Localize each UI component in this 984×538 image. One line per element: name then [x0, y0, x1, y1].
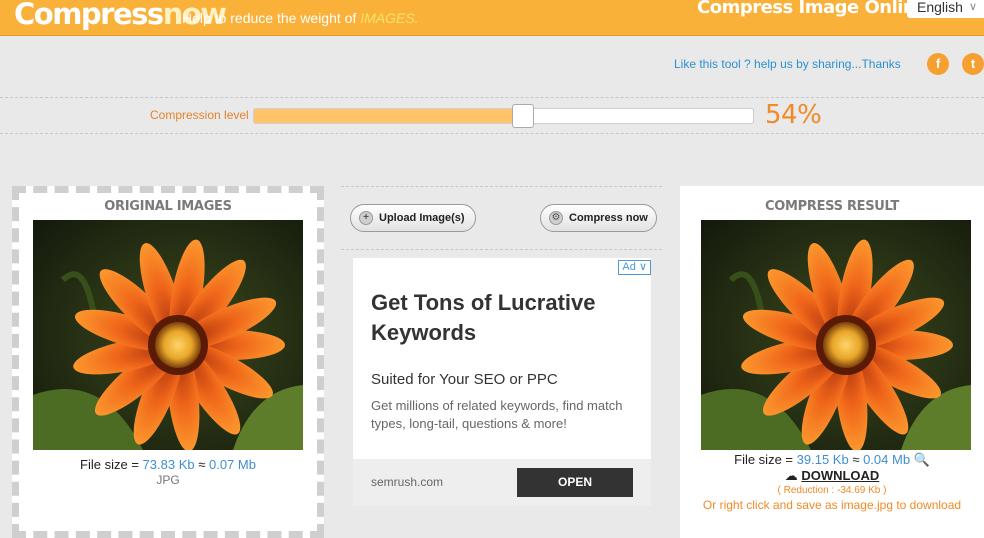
filesize-label: File size =: [80, 457, 139, 472]
approx-sign: ≈: [198, 457, 206, 472]
divider: [0, 97, 984, 98]
slider-fill: [254, 109, 524, 123]
ad-headline[interactable]: Get Tons of Lucrative Keywords: [371, 288, 631, 348]
top-bar: Compressnow Help to reduce the weight of…: [0, 0, 984, 36]
magnifier-icon[interactable]: 🔍: [914, 452, 930, 467]
reduction-text: ( Reduction : -34.69 Kb ): [777, 485, 887, 496]
save-hint: Or right click and save as image.jpg to …: [702, 498, 962, 512]
flower-photo: [33, 220, 303, 450]
original-panel: ORIGINAL IMAGES File size = 73.83 Kb ≈ 0…: [12, 186, 324, 538]
filesize-mb: 0.04 Mb: [863, 452, 911, 467]
upload-label: Upload Image(s): [379, 212, 465, 224]
ad-footer: semrush.com OPEN: [353, 459, 651, 506]
original-image[interactable]: [33, 220, 303, 450]
approx-sign: ≈: [852, 452, 860, 467]
filesize-kb: 73.83 Kb: [142, 457, 195, 472]
slider-handle[interactable]: [512, 104, 535, 128]
compress-button[interactable]: ⚙ Compress now: [540, 204, 657, 232]
facebook-icon[interactable]: f: [927, 53, 949, 75]
original-filesize: File size = 73.83 Kb ≈ 0.07 Mb: [19, 457, 317, 472]
original-title: ORIGINAL IMAGES: [104, 199, 232, 214]
result-panel: COMPRESS RESULT File size = 39.15 Kb ≈ 0…: [680, 186, 984, 538]
ad-open-button[interactable]: OPEN: [517, 468, 633, 497]
ad-domain[interactable]: semrush.com: [371, 475, 443, 489]
compression-slider[interactable]: [253, 104, 754, 128]
compression-label: Compression level: [150, 108, 249, 122]
ad-badge[interactable]: Ad ∨: [618, 260, 651, 275]
filesize-kb: 39.15 Kb: [796, 452, 849, 467]
result-image[interactable]: [701, 220, 971, 450]
chevron-down-icon: ∨: [968, 1, 977, 13]
action-bar: + Upload Image(s) ⚙ Compress now: [341, 186, 662, 250]
compress-label: Compress now: [569, 212, 648, 224]
download-link[interactable]: ☁ DOWNLOAD: [680, 468, 984, 484]
ad-subheadline: Suited for Your SEO or PPC: [371, 371, 558, 388]
original-format: JPG: [156, 473, 180, 487]
language-select[interactable]: English ∨: [907, 0, 984, 18]
cloud-download-icon: ☁: [784, 468, 798, 483]
ad-badge-label: Ad: [622, 261, 636, 273]
filesize-label: File size =: [734, 452, 794, 467]
advertisement[interactable]: Ad ∨ Get Tons of Lucrative Keywords Suit…: [353, 258, 651, 506]
logo-part-1: Compress: [14, 0, 164, 31]
ad-body: Get millions of related keywords, find m…: [371, 398, 623, 431]
share-text: Like this tool ? help us by sharing...Th…: [674, 57, 901, 71]
compression-percent: 54%: [765, 100, 822, 130]
upload-button[interactable]: + Upload Image(s): [350, 204, 476, 232]
flower-photo: [701, 220, 971, 450]
tagline-highlight: IMAGES.: [360, 10, 419, 26]
filesize-mb: 0.07 Mb: [208, 457, 256, 472]
download-label: DOWNLOAD: [801, 468, 880, 483]
language-value: English: [917, 0, 963, 15]
gear-icon: ⚙: [549, 211, 563, 225]
divider: [0, 133, 984, 134]
tagline: Help to reduce the weight of IMAGES.: [182, 10, 419, 26]
site-title: Compress Image Online: [697, 0, 927, 18]
result-title: COMPRESS RESULT: [765, 199, 899, 214]
upload-icon: +: [359, 211, 373, 225]
twitter-icon[interactable]: t: [962, 53, 984, 75]
result-filesize: File size = 39.15 Kb ≈ 0.04 Mb 🔍: [680, 452, 984, 468]
tagline-text: Help to reduce the weight of: [182, 10, 357, 26]
